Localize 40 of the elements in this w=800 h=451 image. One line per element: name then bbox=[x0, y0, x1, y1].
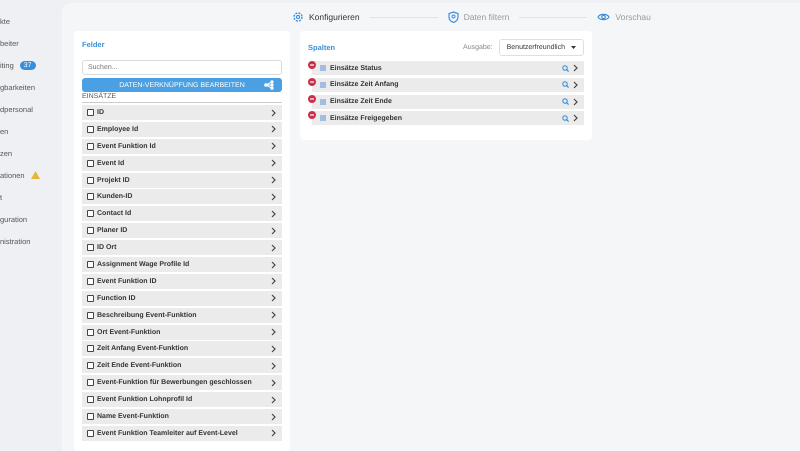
search-icon[interactable] bbox=[562, 114, 569, 122]
checkbox[interactable] bbox=[87, 294, 94, 302]
search-icon[interactable] bbox=[562, 64, 569, 72]
remove-icon[interactable] bbox=[308, 78, 316, 86]
checkbox[interactable] bbox=[87, 210, 94, 218]
drag-handle-icon[interactable] bbox=[320, 98, 326, 105]
caret-icon bbox=[571, 46, 576, 48]
checkbox[interactable] bbox=[87, 379, 94, 386]
checkbox[interactable] bbox=[87, 142, 94, 150]
drag-handle-icon[interactable] bbox=[320, 65, 326, 71]
remove-icon[interactable] bbox=[308, 61, 316, 69]
drag-handle-icon[interactable] bbox=[320, 82, 326, 88]
remove-icon[interactable] bbox=[308, 111, 316, 120]
checkbox[interactable] bbox=[87, 193, 94, 200]
checkbox[interactable] bbox=[87, 244, 94, 252]
checkbox[interactable] bbox=[87, 328, 94, 336]
remove-icon[interactable] bbox=[308, 94, 316, 103]
search-icon[interactable] bbox=[562, 81, 569, 88]
checkbox[interactable] bbox=[87, 160, 94, 167]
drag-handle-icon[interactable] bbox=[320, 115, 326, 122]
checkbox[interactable] bbox=[87, 126, 94, 133]
settings-icon bbox=[292, 11, 304, 23]
checkbox[interactable] bbox=[87, 362, 94, 370]
checkbox[interactable] bbox=[87, 109, 94, 116]
search-icon[interactable] bbox=[562, 98, 569, 106]
chevron-right-icon bbox=[271, 108, 276, 116]
step-tab[interactable]: Konfigurieren bbox=[292, 11, 360, 23]
checkbox[interactable] bbox=[87, 176, 94, 184]
checkbox[interactable] bbox=[87, 227, 94, 234]
checkbox[interactable] bbox=[87, 261, 94, 268]
checkbox[interactable] bbox=[87, 430, 94, 437]
shield-icon bbox=[448, 11, 459, 23]
checkbox[interactable] bbox=[87, 396, 94, 404]
chevron-right-icon bbox=[573, 64, 578, 72]
branch-icon bbox=[264, 80, 274, 90]
checkbox[interactable] bbox=[87, 413, 94, 420]
eye-icon bbox=[597, 12, 610, 22]
checkbox[interactable] bbox=[87, 345, 94, 352]
checkbox[interactable] bbox=[87, 278, 94, 285]
checkbox[interactable] bbox=[87, 312, 94, 319]
